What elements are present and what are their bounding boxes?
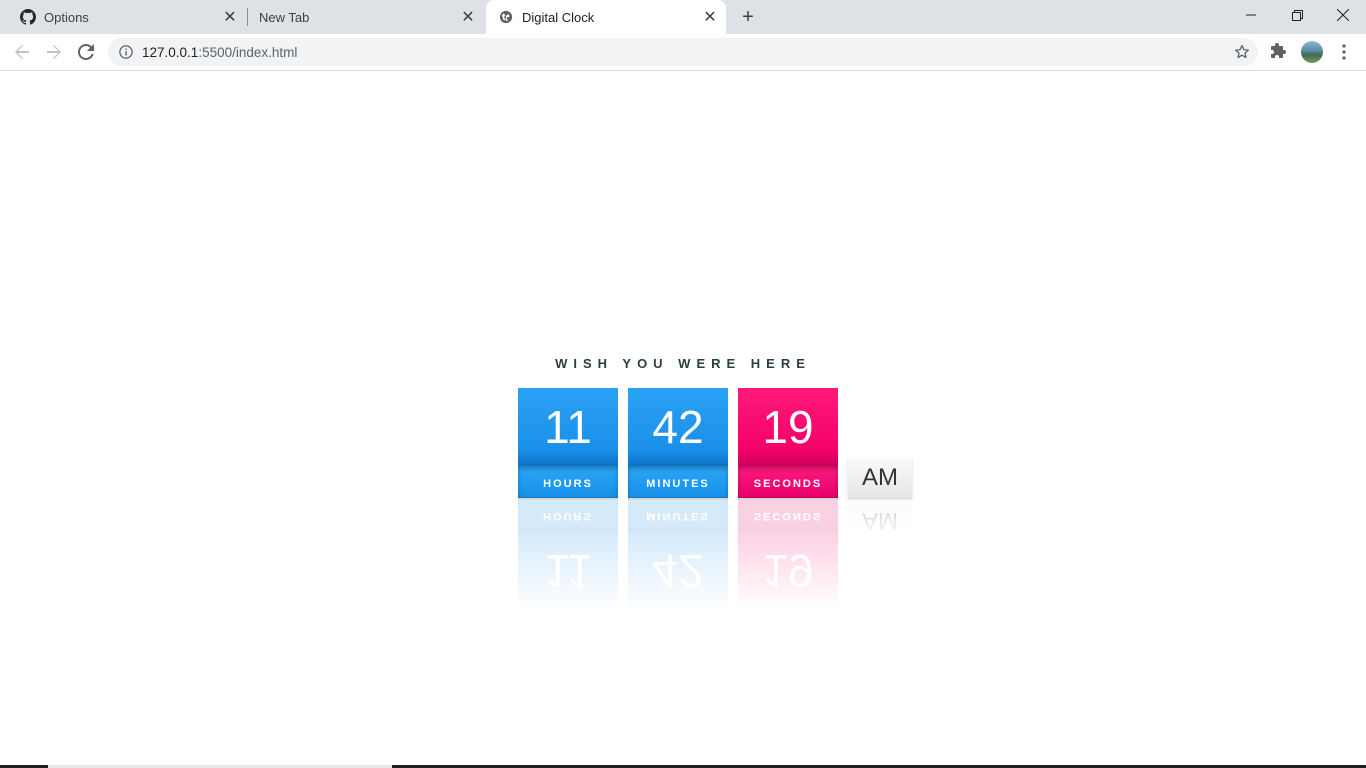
tab-title: Options — [44, 9, 89, 25]
tab-title: New Tab — [259, 9, 310, 25]
reload-icon[interactable] — [74, 40, 98, 64]
hours-reflection-label: HOURS — [518, 500, 618, 532]
seconds-box: 19 SECONDS — [738, 388, 838, 500]
minutes-value: 42 — [628, 388, 728, 466]
hours-value: 11 — [518, 388, 618, 466]
close-window-icon[interactable] — [1320, 0, 1366, 30]
close-tab-icon[interactable]: ✕ — [702, 9, 718, 26]
minutes-reflection-value: 42 — [628, 532, 728, 610]
address-bar[interactable]: 127.0.0.1:5500/index.html — [108, 38, 1258, 66]
kebab-menu-icon[interactable] — [1334, 42, 1354, 62]
page-content: WISH YOU WERE HERE 11 HOURS 11 HOURS 42 … — [0, 71, 1366, 768]
info-icon[interactable] — [118, 44, 134, 60]
seconds-label: SECONDS — [738, 466, 838, 498]
minutes-label: MINUTES — [628, 466, 728, 498]
globe-icon — [498, 9, 514, 25]
tab-options[interactable]: Options ✕ — [0, 0, 246, 34]
profile-avatar[interactable] — [1301, 41, 1323, 63]
tab-strip: Options ✕ New Tab ✕ Digital Clock ✕ + — [0, 0, 1366, 34]
back-arrow-icon[interactable] — [10, 40, 34, 64]
minimize-icon[interactable] — [1228, 0, 1274, 30]
hours-label: HOURS — [518, 466, 618, 498]
new-tab-icon[interactable]: + — [736, 5, 760, 29]
tab-new-tab[interactable]: New Tab ✕ — [248, 0, 484, 34]
url-host: 127.0.0.1 — [142, 44, 199, 60]
browser-toolbar: 127.0.0.1:5500/index.html — [0, 34, 1366, 71]
seconds-value: 19 — [738, 388, 838, 466]
hours-reflection-value: 11 — [518, 532, 618, 610]
tab-title: Digital Clock — [522, 9, 595, 25]
hours-box: 11 HOURS — [518, 388, 618, 500]
page-heading: WISH YOU WERE HERE — [555, 356, 811, 371]
meridiem-indicator: AM — [848, 458, 912, 498]
forward-arrow-icon[interactable] — [42, 40, 66, 64]
minutes-reflection: 42 MINUTES — [628, 500, 728, 610]
seconds-reflection: 19 SECONDS — [738, 500, 838, 610]
url-path: :5500/index.html — [198, 44, 298, 60]
minutes-box: 42 MINUTES — [628, 388, 728, 500]
url-text: 127.0.0.1:5500/index.html — [142, 45, 297, 60]
restore-icon[interactable] — [1274, 0, 1320, 30]
close-tab-icon[interactable]: ✕ — [460, 9, 476, 26]
meridiem-reflection: AM — [848, 500, 912, 540]
seconds-reflection-label: SECONDS — [738, 500, 838, 532]
seconds-reflection-value: 19 — [738, 532, 838, 610]
bookmark-star-icon[interactable] — [1234, 44, 1250, 60]
extensions-puzzle-icon[interactable] — [1270, 42, 1290, 62]
close-tab-icon[interactable]: ✕ — [222, 9, 238, 26]
hours-reflection: 11 HOURS — [518, 500, 618, 610]
tab-digital-clock[interactable]: Digital Clock ✕ — [486, 0, 726, 34]
minutes-reflection-label: MINUTES — [628, 500, 728, 532]
github-icon — [20, 9, 36, 25]
